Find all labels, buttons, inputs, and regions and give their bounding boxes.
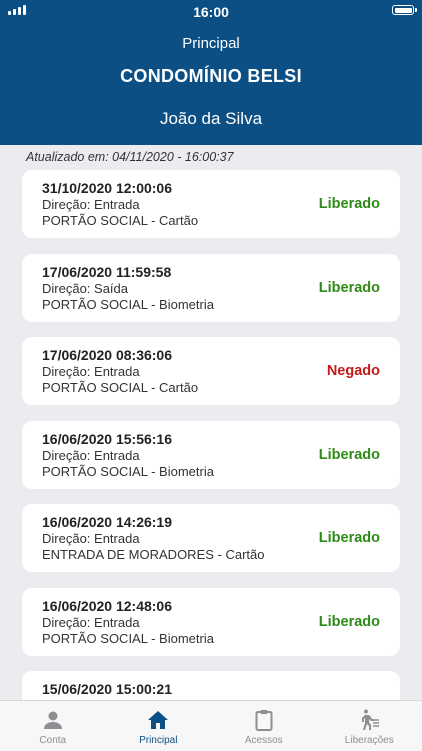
tab-bar: Conta Principal Acessos Liberações [0,700,422,751]
user-name: João da Silva [0,109,422,129]
tab-label: Acessos [245,735,283,746]
updated-timestamp: Atualizado em: 04/11/2020 - 16:00:37 [26,150,234,164]
status-bar: 16:00 [0,0,422,22]
access-card[interactable]: 15/06/2020 15:00:21 [22,671,400,700]
access-datetime: 31/10/2020 12:00:06 [42,180,380,197]
tab-label: Principal [139,735,177,746]
access-status: Liberado [319,447,380,463]
status-time: 16:00 [0,4,422,20]
access-card[interactable]: 16/06/2020 12:48:06 Direção: Entrada POR… [22,588,400,656]
access-gate: PORTÃO SOCIAL - Cartão [42,380,380,396]
tab-label: Conta [39,735,66,746]
access-gate: PORTÃO SOCIAL - Biometria [42,297,380,313]
page-title: Principal [0,35,422,52]
access-gate: PORTÃO SOCIAL - Biometria [42,631,380,647]
clipboard-icon [252,708,276,732]
access-datetime: 16/06/2020 12:48:06 [42,598,380,615]
access-card[interactable]: 16/06/2020 15:56:16 Direção: Entrada POR… [22,421,400,489]
access-card[interactable]: 16/06/2020 14:26:19 Direção: Entrada ENT… [22,504,400,572]
walk-permission-icon [357,708,381,732]
tab-label: Liberações [345,735,394,746]
app-header: 16:00 Principal CONDOMÍNIO BELSI João da… [0,0,422,145]
access-datetime: 17/06/2020 11:59:58 [42,264,380,281]
access-card[interactable]: 17/06/2020 11:59:58 Direção: Saída PORTÃ… [22,254,400,322]
access-list[interactable]: 31/10/2020 12:00:06 Direção: Entrada POR… [0,170,422,700]
access-status: Liberado [319,530,380,546]
access-card[interactable]: 17/06/2020 08:36:06 Direção: Entrada POR… [22,337,400,405]
person-icon [41,708,65,732]
tab-liberacoes[interactable]: Liberações [317,701,422,751]
access-datetime: 16/06/2020 15:56:16 [42,431,380,448]
access-status: Liberado [319,280,380,296]
access-gate: PORTÃO SOCIAL - Cartão [42,213,380,229]
access-gate: ENTRADA DE MORADORES - Cartão [42,547,380,563]
access-status: Liberado [319,196,380,212]
access-status: Liberado [319,614,380,630]
access-card[interactable]: 31/10/2020 12:00:06 Direção: Entrada POR… [22,170,400,238]
battery-icon [392,5,414,15]
access-gate: PORTÃO SOCIAL - Biometria [42,464,380,480]
home-icon [146,708,170,732]
access-status: Negado [327,363,380,379]
access-datetime: 16/06/2020 14:26:19 [42,514,380,531]
tab-acessos[interactable]: Acessos [211,701,317,751]
tab-conta[interactable]: Conta [0,701,106,751]
tab-principal[interactable]: Principal [106,701,212,751]
access-datetime: 15/06/2020 15:00:21 [42,681,380,698]
condominium-name: CONDOMÍNIO BELSI [0,66,422,87]
access-datetime: 17/06/2020 08:36:06 [42,347,380,364]
